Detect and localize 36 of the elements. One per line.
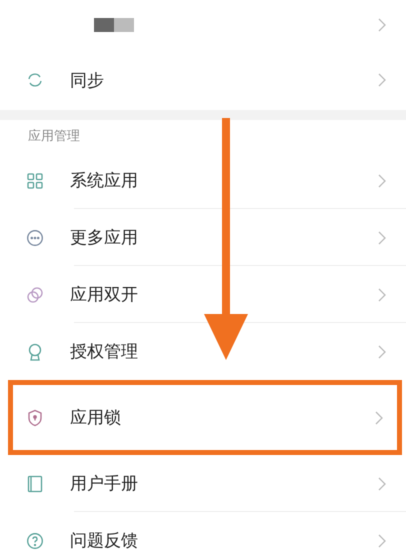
menu-item[interactable]: 系统应用 [0, 152, 406, 209]
down-arrow-icon [204, 118, 248, 360]
help-icon [26, 532, 44, 550]
menu-item-label: 用户手册 [70, 473, 139, 495]
section-header: 应用管理 [28, 128, 80, 145]
menu-item-label: 授权管理 [70, 341, 139, 363]
menu-item[interactable]: 授权管理 [0, 323, 406, 380]
chevron-icon [378, 476, 386, 490]
chevron-icon [378, 73, 386, 87]
menu-item-label: 系统应用 [70, 170, 139, 192]
menu-item-label: 更多应用 [70, 227, 139, 249]
chevron-icon [378, 534, 386, 548]
badge-icon [26, 342, 44, 360]
sync-label: 同步 [70, 70, 105, 92]
more-icon [26, 228, 44, 246]
menu-item[interactable]: 更多应用 [0, 209, 406, 266]
sync-icon [26, 71, 44, 89]
menu-item-label: 应用双开 [70, 284, 139, 306]
menu-item-label: 问题反馈 [70, 530, 139, 552]
chevron-icon [378, 230, 386, 244]
menu-item[interactable]: 应用双开 [0, 266, 406, 323]
chevron-icon [378, 174, 386, 188]
menu-item[interactable]: 用户手册 [0, 455, 406, 512]
chevron-icon [378, 18, 386, 32]
shield-icon [26, 408, 44, 426]
grid-icon [26, 172, 44, 190]
menu-item[interactable]: 问题反馈 [0, 512, 406, 558]
menu-item-label: 应用锁 [70, 407, 122, 429]
sync-row[interactable]: 同步 [0, 50, 406, 110]
overlapping-circles-icon [26, 286, 44, 304]
chevron-icon [378, 344, 386, 358]
book-icon [26, 474, 44, 492]
redacted-block-icon [94, 18, 134, 32]
menu-item[interactable]: 应用锁 [13, 389, 397, 446]
chevron-icon [375, 410, 383, 424]
chevron-icon [378, 288, 386, 302]
